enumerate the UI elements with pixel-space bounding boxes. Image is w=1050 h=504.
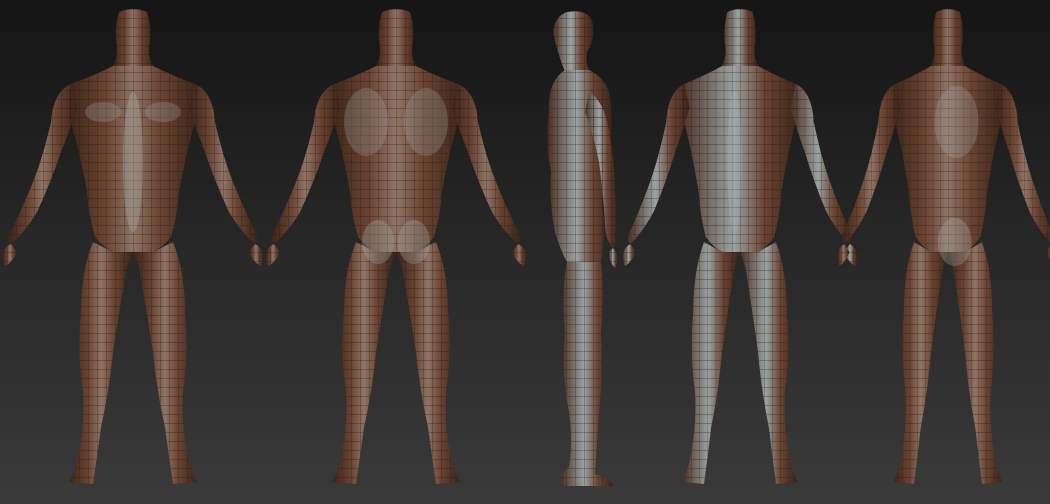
turnaround-viewport <box>0 0 1050 504</box>
turnaround-canvas <box>0 0 1050 504</box>
